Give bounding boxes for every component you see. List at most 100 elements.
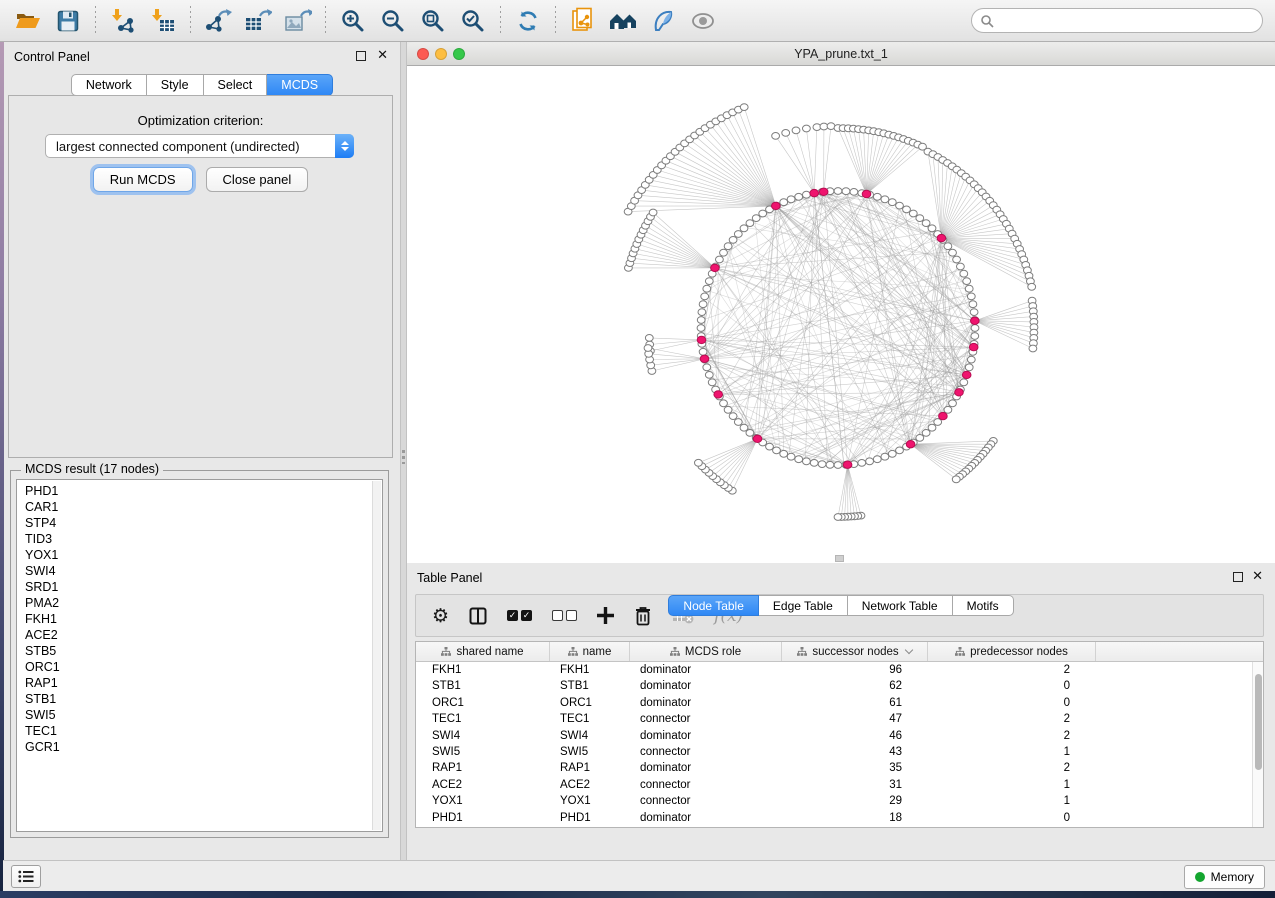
hide-panel-button[interactable]: [683, 3, 723, 39]
memory-button-label: Memory: [1211, 870, 1254, 884]
mcds-result-item: GCR1: [25, 739, 382, 755]
network-from-file-button[interactable]: [563, 3, 603, 39]
tab-mcds[interactable]: MCDS: [267, 74, 333, 96]
memory-status-dot: [1195, 872, 1205, 882]
mcds-result-list[interactable]: PHD1CAR1STP4TID3YOX1SWI4SRD1PMA2FKH1ACE2…: [16, 479, 383, 832]
control-panel: Control Panel ✕ NetworkStyleSelectMCDS O…: [4, 42, 400, 860]
toolbar-separator: [555, 6, 556, 36]
toolbar-separator: [190, 6, 191, 36]
run-mcds-button[interactable]: Run MCDS: [93, 167, 193, 192]
close-panel-icon[interactable]: ✕: [377, 48, 388, 62]
control-panel-title: Control Panel: [14, 50, 90, 64]
mcds-result-item: STP4: [25, 515, 382, 531]
save-icon: [56, 9, 80, 33]
search-input[interactable]: [994, 14, 1254, 28]
open-folder-icon: [15, 9, 41, 33]
mcds-result-item: YOX1: [25, 547, 382, 563]
refresh-button[interactable]: [508, 3, 548, 39]
mcds-result-item: STB5: [25, 643, 382, 659]
network-graph[interactable]: [407, 66, 1275, 563]
float-panel-icon[interactable]: [356, 51, 366, 61]
tab-style[interactable]: Style: [147, 74, 204, 96]
toolbar-separator: [325, 6, 326, 36]
mcds-result-item: SWI5: [25, 707, 382, 723]
mcds-result-group: MCDS result (17 nodes) PHD1CAR1STP4TID3Y…: [10, 470, 389, 838]
vizmapper-button[interactable]: [643, 3, 683, 39]
vertical-splitter[interactable]: [400, 42, 407, 860]
network-window-title: YPA_prune.txt_1: [407, 47, 1275, 61]
tab-node-table[interactable]: Node Table: [668, 595, 759, 616]
home-networks-icon: [608, 9, 638, 33]
mcds-tab-content: Optimization criterion: largest connecte…: [8, 95, 393, 458]
desktop-edge-bottom: [0, 891, 1275, 898]
horizontal-splitter-grip[interactable]: [835, 555, 844, 562]
task-list-icon: [18, 870, 34, 883]
export-image-button[interactable]: [278, 3, 318, 39]
main-toolbar: [0, 0, 1275, 42]
mcds-result-item: RAP1: [25, 675, 382, 691]
import-network-button[interactable]: [103, 3, 143, 39]
table-panel-tabs: Node TableEdge TableNetwork TableMotifs: [407, 595, 1275, 855]
network-from-file-icon: [570, 7, 596, 35]
toolbar-separator: [500, 6, 501, 36]
zoom-fit-button[interactable]: [413, 3, 453, 39]
export-image-icon: [284, 8, 312, 34]
task-history-button[interactable]: [11, 865, 41, 888]
import-table-icon: [150, 8, 176, 34]
network-view-window: YPA_prune.txt_1: [407, 42, 1275, 563]
mcds-result-item: ACE2: [25, 627, 382, 643]
import-table-button[interactable]: [143, 3, 183, 39]
control-panel-titlebar: Control Panel ✕: [4, 42, 400, 70]
mcds-result-item: PMA2: [25, 595, 382, 611]
mcds-result-item: FKH1: [25, 611, 382, 627]
table-panel-title: Table Panel: [417, 571, 482, 585]
open-folder-button[interactable]: [8, 3, 48, 39]
mcds-result-item: TEC1: [25, 723, 382, 739]
toolbar-separator: [95, 6, 96, 36]
tab-motifs[interactable]: Motifs: [953, 595, 1014, 616]
zoom-in-button[interactable]: [333, 3, 373, 39]
tab-network-table[interactable]: Network Table: [848, 595, 953, 616]
export-network-icon: [204, 8, 232, 34]
memory-button[interactable]: Memory: [1184, 865, 1265, 889]
float-table-panel-icon[interactable]: [1233, 572, 1243, 582]
mcds-result-item: PHD1: [25, 483, 382, 499]
tab-network[interactable]: Network: [71, 74, 147, 96]
table-panel-titlebar: Table Panel ✕: [407, 563, 1275, 591]
close-table-panel-icon[interactable]: ✕: [1252, 569, 1263, 583]
zoom-in-icon: [340, 8, 366, 34]
cytoscape-window: Control Panel ✕ NetworkStyleSelectMCDS O…: [0, 0, 1275, 898]
mcds-result-title: MCDS result (17 nodes): [21, 462, 163, 476]
refresh-icon: [515, 8, 541, 34]
home-networks-button[interactable]: [603, 3, 643, 39]
close-panel-button[interactable]: Close panel: [206, 167, 309, 192]
dropdown-stepper-icon: [335, 134, 354, 158]
table-panel: Table Panel ✕ ⚙ ✓✓ f(x): [407, 563, 1275, 860]
result-scrollbar[interactable]: [372, 481, 381, 830]
save-button[interactable]: [48, 3, 88, 39]
criterion-dropdown-value: largest connected component (undirected): [46, 139, 335, 154]
mcds-result-item: CAR1: [25, 499, 382, 515]
mcds-result-item: STB1: [25, 691, 382, 707]
search-box[interactable]: [971, 8, 1263, 33]
mcds-result-item: TID3: [25, 531, 382, 547]
tab-edge-table[interactable]: Edge Table: [759, 595, 848, 616]
tab-select[interactable]: Select: [204, 74, 268, 96]
export-network-button[interactable]: [198, 3, 238, 39]
mcds-result-item: SRD1: [25, 579, 382, 595]
mcds-result-item: SWI4: [25, 563, 382, 579]
search-icon: [980, 14, 994, 28]
network-window-titlebar[interactable]: YPA_prune.txt_1: [407, 42, 1275, 66]
export-table-icon: [244, 8, 272, 34]
criterion-dropdown[interactable]: largest connected component (undirected): [45, 134, 354, 158]
import-network-icon: [110, 8, 136, 34]
network-canvas[interactable]: [407, 66, 1275, 563]
zoom-fit-icon: [420, 8, 446, 34]
export-table-button[interactable]: [238, 3, 278, 39]
mcds-result-item: ORC1: [25, 659, 382, 675]
eye-icon: [689, 9, 717, 33]
zoom-selected-icon: [460, 8, 486, 34]
control-panel-tabs: NetworkStyleSelectMCDS: [4, 74, 400, 96]
zoom-out-button[interactable]: [373, 3, 413, 39]
zoom-selected-button[interactable]: [453, 3, 493, 39]
